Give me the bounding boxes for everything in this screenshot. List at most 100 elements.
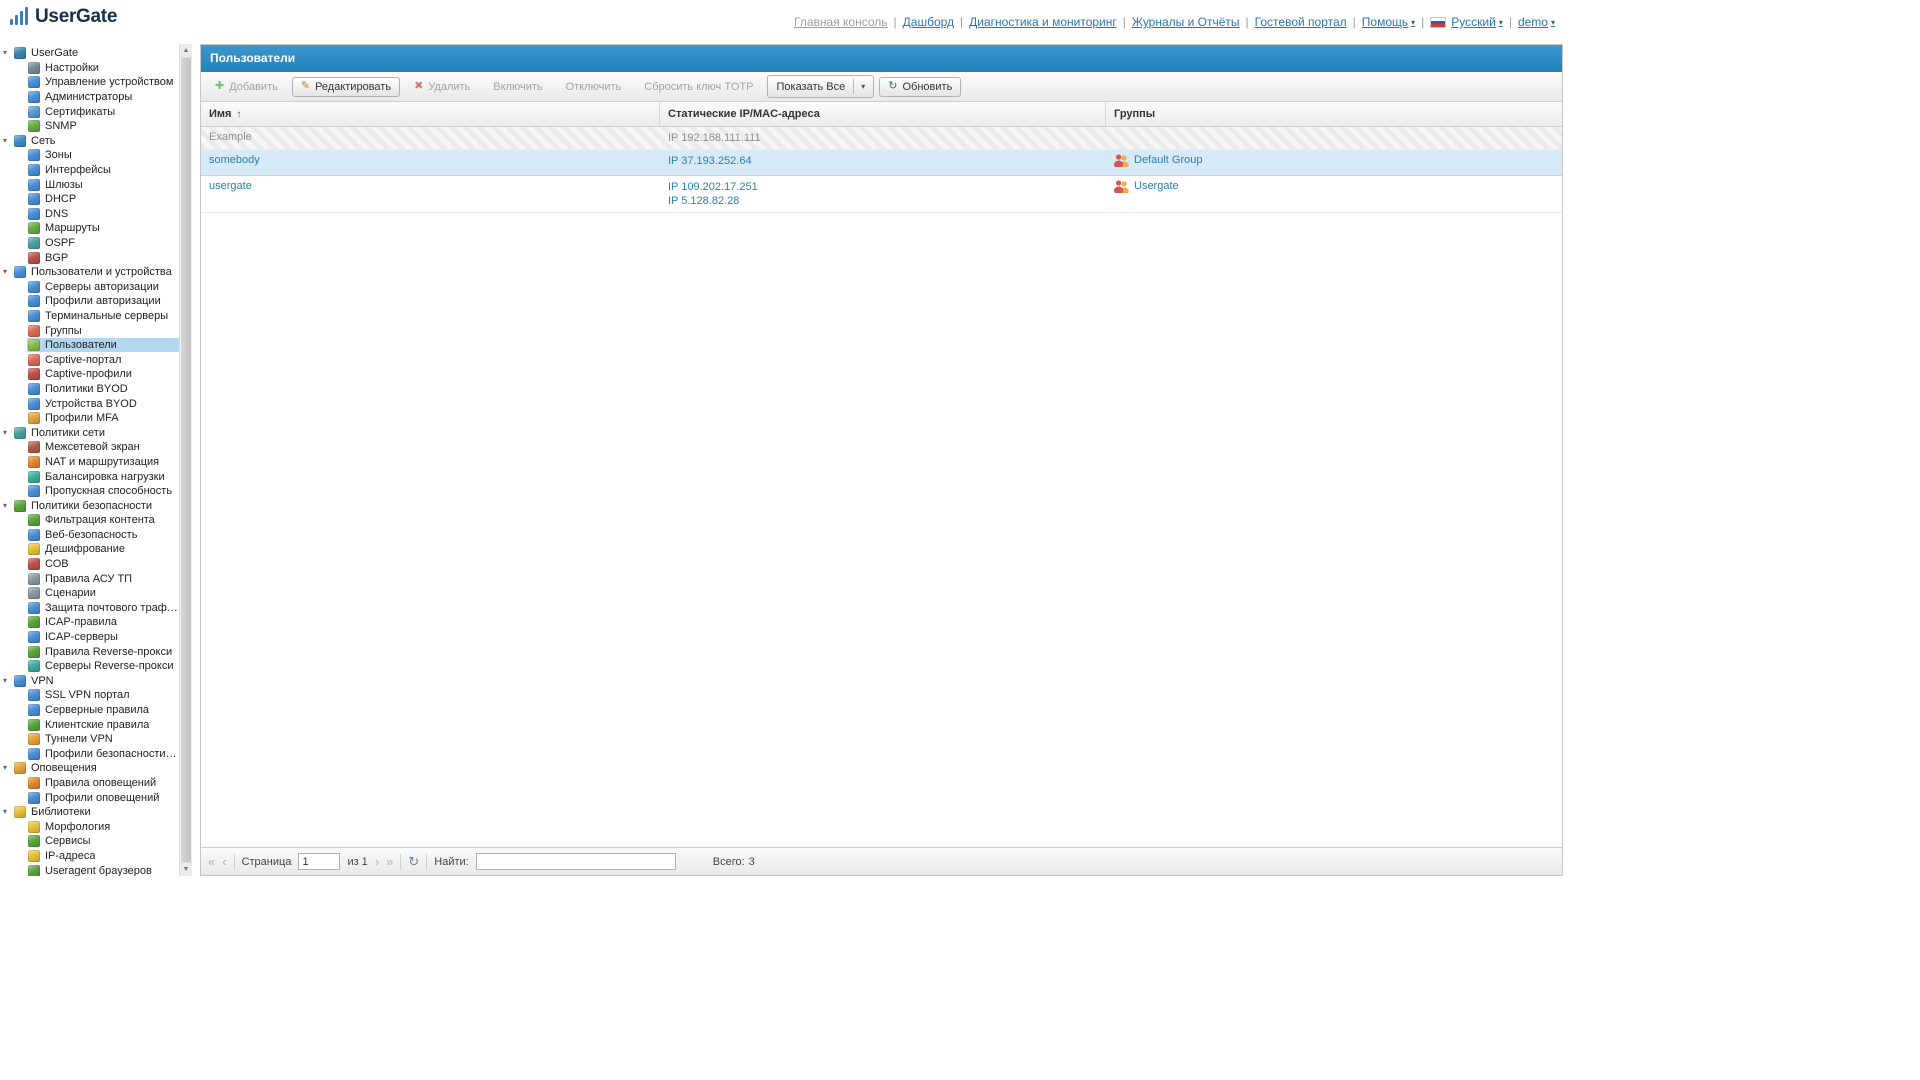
nav-link-dashboard[interactable]: Дашборд bbox=[903, 15, 954, 29]
search-input[interactable] bbox=[476, 853, 676, 870]
sidebar-item-scenarios[interactable]: Сценарии bbox=[27, 586, 179, 601]
sidebar-item-vpn-security-profiles[interactable]: Профили безопасности VPN bbox=[27, 747, 179, 762]
delete-button[interactable]: ✖Удалить bbox=[405, 77, 479, 97]
user-name-link[interactable]: usergate bbox=[209, 180, 252, 192]
last-page-icon[interactable]: » bbox=[386, 855, 393, 868]
sidebar-item-icap-servers[interactable]: ICAP-серверы bbox=[27, 630, 179, 645]
add-button[interactable]: ✚Добавить bbox=[206, 77, 287, 97]
sidebar-item-bandwidth[interactable]: Пропускная способность bbox=[27, 484, 179, 499]
sidebar-item-groups[interactable]: Группы bbox=[27, 323, 179, 338]
sidebar-item-byod-devices[interactable]: Устройства BYOD bbox=[27, 396, 179, 411]
sidebar-group-usergate[interactable]: ▾UserGate bbox=[0, 46, 179, 61]
sidebar-item-routes[interactable]: Маршруты bbox=[27, 221, 179, 236]
refresh-icon: ↻ bbox=[888, 81, 897, 92]
sidebar-item-mail-protection[interactable]: Защита почтового трафика bbox=[27, 601, 179, 616]
sidebar-item-services[interactable]: Сервисы bbox=[27, 834, 179, 849]
user-name-link[interactable]: Example bbox=[209, 131, 252, 143]
sidebar-item-users[interactable]: Пользователи bbox=[27, 338, 179, 353]
nav-link-main-console[interactable]: Главная консоль bbox=[794, 15, 888, 29]
sidebar-item-client-rules[interactable]: Клиентские правила bbox=[27, 717, 179, 732]
sidebar-item-certificates[interactable]: Сертификаты bbox=[27, 104, 179, 119]
sidebar-item-snmp[interactable]: SNMP bbox=[27, 119, 179, 134]
nav-link-guest-portal[interactable]: Гостевой портал bbox=[1255, 15, 1347, 29]
sidebar-item-auth-profiles[interactable]: Профили авторизации bbox=[27, 294, 179, 309]
button-label: Отключить bbox=[566, 81, 622, 93]
sidebar-scrollbar[interactable]: ▲ ▼ bbox=[179, 44, 192, 876]
page-number-input[interactable] bbox=[298, 853, 340, 870]
sidebar-item-captive-portal[interactable]: Captive-портал bbox=[27, 352, 179, 367]
nav-link-help[interactable]: Помощь▾ bbox=[1362, 15, 1415, 29]
sidebar-item-administrators[interactable]: Администраторы bbox=[27, 90, 179, 105]
table-row-somebody[interactable]: somebodyIP 37.193.252.64Default Group bbox=[201, 150, 1562, 176]
sidebar-group-network[interactable]: ▾Сеть bbox=[0, 134, 179, 149]
sidebar-item-byod-policies[interactable]: Политики BYOD bbox=[27, 382, 179, 397]
sidebar-item-content-filtering[interactable]: Фильтрация контента bbox=[27, 513, 179, 528]
nav-link-diagnostics-monitoring[interactable]: Диагностика и мониторинг bbox=[969, 15, 1117, 29]
sidebar-item-scada-rules[interactable]: Правила АСУ ТП bbox=[27, 571, 179, 586]
scroll-up-icon[interactable]: ▲ bbox=[180, 44, 192, 58]
table-row-usergate[interactable]: usergateIP 109.202.17.251IP 5.128.82.28U… bbox=[201, 176, 1562, 213]
user-name-link[interactable]: somebody bbox=[209, 154, 260, 166]
first-page-icon[interactable]: « bbox=[208, 855, 215, 868]
sidebar-item-mfa-profiles[interactable]: Профили MFA bbox=[27, 411, 179, 426]
sidebar-group-users-devices[interactable]: ▾Пользователи и устройства bbox=[0, 265, 179, 280]
sidebar-item-gateways[interactable]: Шлюзы bbox=[27, 177, 179, 192]
sidebar-item-vpn-tunnels[interactable]: Туннели VPN bbox=[27, 732, 179, 747]
sidebar-item-label: Фильтрация контента bbox=[45, 514, 155, 526]
sidebar-item-morphology[interactable]: Морфология bbox=[27, 819, 179, 834]
sidebar-item-decryption[interactable]: Дешифрование bbox=[27, 542, 179, 557]
collapse-arrow-icon: ▾ bbox=[3, 677, 14, 685]
refresh-icon[interactable]: ↻ bbox=[408, 855, 419, 868]
sidebar-item-captive-profiles[interactable]: Captive-профили bbox=[27, 367, 179, 382]
sidebar-group-security-policies[interactable]: ▾Политики безопасности bbox=[0, 498, 179, 513]
column-header-groups[interactable]: Группы bbox=[1106, 102, 1562, 126]
sidebar-item-reverse-proxy-servers[interactable]: Серверы Reverse-прокси bbox=[27, 659, 179, 674]
sidebar-item-web-security[interactable]: Веб-безопасность bbox=[27, 528, 179, 543]
scroll-down-icon[interactable]: ▼ bbox=[180, 862, 192, 876]
refresh-button[interactable]: ↻Обновить bbox=[879, 77, 961, 97]
sidebar-item-icap-rules[interactable]: ICAP-правила bbox=[27, 615, 179, 630]
sidebar-item-firewall[interactable]: Межсетевой экран bbox=[27, 440, 179, 455]
sidebar-item-terminal-servers[interactable]: Терминальные серверы bbox=[27, 309, 179, 324]
sidebar-item-reverse-proxy-rules[interactable]: Правила Reverse-прокси bbox=[27, 644, 179, 659]
sidebar-item-auth-servers[interactable]: Серверы авторизации bbox=[27, 280, 179, 295]
show-filter-button[interactable]: Показать Все▾ bbox=[767, 75, 874, 98]
sidebar-group-libraries[interactable]: ▾Библиотеки bbox=[0, 805, 179, 820]
sidebar-item-ip-addresses[interactable]: IP-адреса bbox=[27, 849, 179, 864]
scrollbar-thumb[interactable] bbox=[181, 58, 191, 862]
sidebar-item-load-balancing[interactable]: Балансировка нагрузки bbox=[27, 469, 179, 484]
sidebar-item-dns[interactable]: DNS bbox=[27, 207, 179, 222]
sidebar-item-interfaces[interactable]: Интерфейсы bbox=[27, 163, 179, 178]
column-header-name[interactable]: Имя↑ bbox=[201, 102, 660, 126]
nav-link-user-menu[interactable]: demo▾ bbox=[1518, 15, 1555, 29]
prev-page-icon[interactable]: ‹ bbox=[222, 855, 226, 868]
sidebar-item-ids[interactable]: СОВ bbox=[27, 557, 179, 572]
sidebar-item-bgp[interactable]: BGP bbox=[27, 250, 179, 265]
sidebar-item-server-rules[interactable]: Серверные правила bbox=[27, 703, 179, 718]
next-page-icon[interactable]: › bbox=[375, 855, 379, 868]
sidebar-item-ospf[interactable]: OSPF bbox=[27, 236, 179, 251]
reset-totp-button[interactable]: Сбросить ключ TOTP bbox=[635, 77, 762, 97]
group-link[interactable]: Default Group bbox=[1114, 154, 1202, 167]
group-name: Usergate bbox=[1134, 180, 1179, 193]
sidebar-item-notification-rules[interactable]: Правила оповещений bbox=[27, 776, 179, 791]
nav-link-logs-reports[interactable]: Журналы и Отчёты bbox=[1132, 15, 1240, 29]
sidebar-item-nat-routing[interactable]: NAT и маршрутизация bbox=[27, 455, 179, 470]
sidebar-group-vpn[interactable]: ▾VPN bbox=[0, 674, 179, 689]
sidebar-item-dhcp[interactable]: DHCP bbox=[27, 192, 179, 207]
sidebar-group-network-policies[interactable]: ▾Политики сети bbox=[0, 425, 179, 440]
sidebar-group-notifications[interactable]: ▾Оповещения bbox=[0, 761, 179, 776]
disable-button[interactable]: Отключить bbox=[557, 77, 631, 97]
sidebar-item-useragent-browsers[interactable]: Useragent браузеров bbox=[27, 863, 179, 876]
edit-button[interactable]: ✎Редактировать bbox=[292, 77, 400, 97]
sidebar-item-notification-profiles[interactable]: Профили оповещений bbox=[27, 790, 179, 805]
column-header-static-ip-mac[interactable]: Статические IP/MAC-адреса bbox=[660, 102, 1106, 126]
sidebar-item-ssl-vpn-portal[interactable]: SSL VPN портал bbox=[27, 688, 179, 703]
sidebar-item-device-management[interactable]: Управление устройством bbox=[27, 75, 179, 90]
sidebar-item-settings[interactable]: Настройки bbox=[27, 61, 179, 76]
table-row-Example[interactable]: ExampleIP 192.168.111.111 bbox=[201, 127, 1562, 150]
enable-button[interactable]: Включить bbox=[484, 77, 551, 97]
nav-link-language[interactable]: Русский▾ bbox=[1430, 15, 1503, 29]
sidebar-item-zones[interactable]: Зоны bbox=[27, 148, 179, 163]
group-link[interactable]: Usergate bbox=[1114, 180, 1179, 193]
